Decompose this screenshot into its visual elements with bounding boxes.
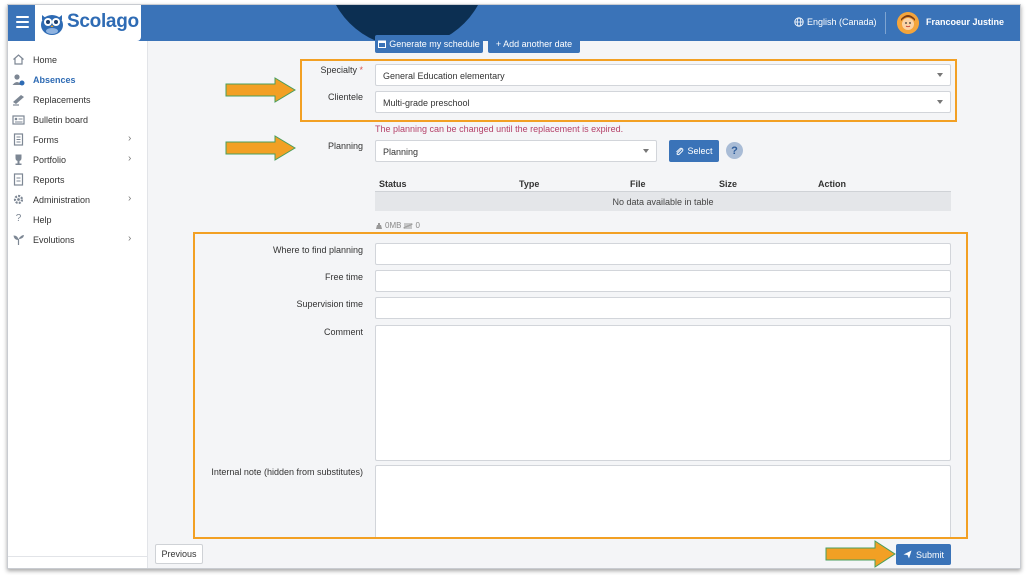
table-header: Status Type File Size Action — [375, 176, 951, 192]
chevron-right-icon: › — [128, 153, 132, 164]
sidebar-item-bulletin-board[interactable]: Bulletin board — [8, 110, 148, 130]
brand-name: Scolago — [67, 11, 139, 32]
column-size[interactable]: Size — [719, 179, 737, 189]
replacements-icon — [13, 95, 24, 106]
table-footer: 0MB 0 — [375, 221, 420, 230]
sidebar-item-help[interactable]: ? Help — [8, 210, 148, 230]
column-status[interactable]: Status — [379, 179, 407, 189]
divider — [885, 12, 886, 34]
sidebar: Home Absences Replacements Bulletin boar… — [8, 41, 148, 568]
sidebar-item-replacements[interactable]: Replacements — [8, 90, 148, 110]
annotation-arrow-icon — [225, 77, 296, 103]
table-empty-row: No data available in table — [375, 192, 951, 211]
app-window: Scolago English (Canada) Francoeur Justi… — [7, 4, 1021, 569]
trophy-icon — [15, 154, 22, 165]
select-button[interactable]: Select — [669, 140, 719, 162]
reports-icon — [13, 173, 24, 186]
sidebar-item-home[interactable]: Home — [8, 50, 148, 70]
sidebar-item-forms[interactable]: Forms › — [8, 130, 148, 150]
hamburger-menu-icon[interactable] — [16, 16, 29, 28]
storage-icon — [376, 222, 382, 229]
globe-icon — [794, 17, 804, 27]
paperclip-icon — [676, 147, 684, 155]
sidebar-item-administration[interactable]: Administration › — [8, 190, 148, 210]
planning-select[interactable]: Planning — [375, 140, 657, 162]
language-label: English (Canada) — [807, 17, 877, 27]
divider — [8, 556, 148, 557]
annotation-arrow-icon — [825, 540, 896, 568]
highlight-box-specialty — [300, 59, 957, 122]
owl-logo-icon — [41, 15, 63, 35]
column-action[interactable]: Action — [818, 179, 846, 189]
send-icon — [903, 550, 912, 559]
highlight-box-text-fields — [193, 232, 968, 539]
gear-icon — [13, 194, 24, 205]
submit-button[interactable]: Submit — [896, 544, 951, 565]
avatar[interactable] — [897, 12, 919, 34]
planning-note: The planning can be changed until the re… — [375, 124, 624, 134]
previous-button[interactable]: Previous — [155, 544, 203, 564]
logo[interactable]: Scolago — [35, 5, 141, 41]
planning-files-table: Status Type File Size Action No data ava… — [375, 176, 951, 211]
sidebar-item-portfolio[interactable]: Portfolio › — [8, 150, 148, 170]
column-file[interactable]: File — [630, 179, 646, 189]
sidebar-item-absences[interactable]: Absences — [8, 70, 148, 90]
user-name[interactable]: Francoeur Justine — [926, 17, 1004, 27]
forms-icon — [13, 133, 24, 146]
chevron-right-icon: › — [128, 133, 132, 144]
chevron-right-icon: › — [128, 233, 132, 244]
chevron-down-icon — [643, 149, 649, 153]
home-icon — [13, 54, 24, 65]
annotation-arrow-icon — [225, 135, 296, 161]
column-type[interactable]: Type — [519, 179, 539, 189]
sidebar-item-reports[interactable]: Reports — [8, 170, 148, 190]
bulletin-board-icon — [12, 115, 25, 125]
help-question-icon[interactable]: ? — [726, 142, 743, 159]
tally-icon — [403, 222, 414, 229]
language-selector[interactable]: English (Canada) — [794, 17, 877, 27]
sidebar-item-evolutions[interactable]: Evolutions › — [8, 230, 148, 250]
generate-schedule-button[interactable]: Generate my schedule — [375, 35, 483, 53]
absences-icon — [12, 74, 25, 86]
calendar-icon — [378, 40, 387, 48]
user-avatar-icon — [897, 12, 919, 34]
add-another-date-button[interactable]: + Add another date — [488, 35, 580, 53]
question-icon: ? — [15, 213, 22, 224]
sprout-icon — [13, 235, 24, 245]
chevron-right-icon: › — [128, 193, 132, 204]
